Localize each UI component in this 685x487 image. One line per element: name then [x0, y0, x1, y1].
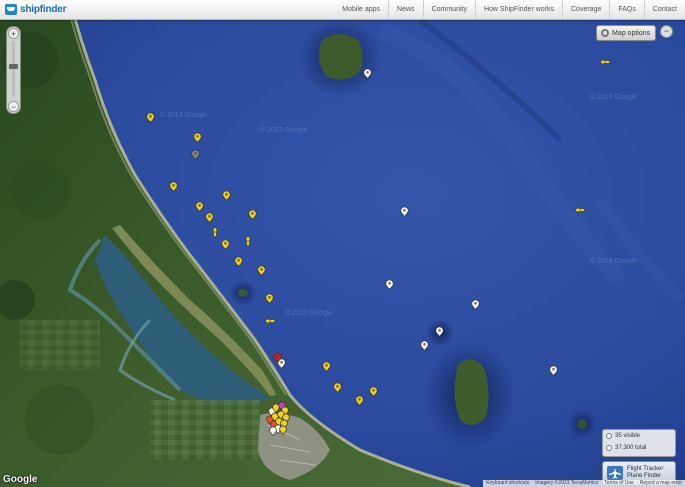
cargo-vessel-marker[interactable] — [145, 111, 155, 123]
moving-vessel-icon[interactable] — [599, 56, 611, 68]
nav-community[interactable]: Community — [422, 0, 475, 19]
moving-vessel-icon[interactable] — [574, 204, 586, 216]
zoom-in-button[interactable]: + — [8, 28, 19, 39]
zoom-slider-track[interactable] — [12, 41, 15, 97]
cargo-vessel-marker[interactable] — [321, 360, 331, 372]
map-watermark: © 2013 Google — [285, 310, 333, 317]
google-logo: Google — [3, 474, 38, 485]
cargo-vessel-marker[interactable] — [221, 189, 231, 201]
cargo-vessel-marker[interactable] — [220, 238, 230, 250]
map-watermark: © 2013 Google — [590, 94, 638, 101]
passenger-vessel-marker[interactable] — [399, 205, 409, 217]
nav-coverage[interactable]: Coverage — [562, 0, 609, 19]
cargo-vessel-marker[interactable] — [194, 200, 204, 212]
radio-icon — [606, 433, 612, 439]
cargo-vessel-marker[interactable] — [332, 381, 342, 393]
passenger-vessel-marker[interactable] — [362, 67, 372, 79]
logo-text: shipfinder — [20, 4, 67, 15]
cargo-vessel-marker[interactable] — [204, 211, 214, 223]
visible-count-row[interactable]: 35 visible — [603, 430, 675, 442]
total-count-row[interactable]: 37,300 total — [603, 442, 675, 454]
map-options-button[interactable]: Map options — [596, 25, 656, 41]
vessel-stats-panel: 35 visible 37,300 total — [602, 429, 676, 457]
cargo-vessel-marker[interactable] — [264, 292, 274, 304]
harbour-vessel-marker[interactable] — [279, 425, 287, 435]
keyboard-shortcuts-link[interactable]: Keyboard shortcuts — [483, 480, 532, 487]
cargo-vessel-marker[interactable] — [368, 385, 378, 397]
total-count: 37,300 total — [615, 445, 647, 451]
cargo-vessel-marker[interactable] — [354, 394, 364, 406]
nav-mobile-apps[interactable]: Mobile apps — [334, 0, 388, 19]
plane-finder-line2: Plane Finder — [627, 473, 662, 479]
map-attribution: Keyboard shortcuts Imagery ©2023 TerraMe… — [483, 480, 685, 487]
cargo-vessel-marker[interactable] — [168, 180, 178, 192]
cargo-vessel-marker[interactable] — [192, 131, 202, 143]
nav-how-it-works[interactable]: How ShipFinder works — [474, 0, 562, 19]
nav-faqs[interactable]: FAQs — [609, 0, 644, 19]
nav-news[interactable]: News — [388, 0, 423, 19]
cargo-vessel-marker[interactable] — [247, 208, 257, 220]
passenger-vessel-marker[interactable] — [548, 364, 558, 376]
airplane-icon — [607, 466, 623, 480]
top-nav-bar: shipfinder Mobile apps News Community Ho… — [0, 0, 685, 20]
imagery-credit: Imagery ©2023 TerraMetrics — [535, 480, 599, 486]
terms-link[interactable]: Terms of Use — [601, 480, 636, 487]
zoom-control: + − — [6, 26, 21, 114]
other-vessel-marker[interactable] — [190, 148, 200, 160]
passenger-vessel-marker[interactable] — [470, 298, 480, 310]
passenger-vessel-marker[interactable] — [384, 278, 394, 290]
radio-icon — [606, 445, 612, 451]
map-watermark: © 2013 Google — [160, 112, 208, 119]
ship-logo-icon — [5, 4, 17, 15]
gear-icon — [601, 29, 609, 37]
collapse-panel-button[interactable]: − — [660, 25, 673, 38]
zoom-slider-handle[interactable] — [9, 63, 18, 69]
cargo-vessel-marker[interactable] — [233, 255, 243, 267]
shipfinder-logo[interactable]: shipfinder — [5, 3, 67, 16]
report-error-link[interactable]: Report a map error — [637, 480, 685, 487]
tanker-vessel-marker[interactable] — [272, 351, 282, 363]
zoom-out-button[interactable]: − — [8, 101, 19, 112]
cargo-vessel-marker[interactable] — [256, 264, 266, 276]
satellite-map[interactable]: © 2013 Google © 2013 Google © 2013 Googl… — [0, 0, 685, 487]
harbour-vessel-marker[interactable] — [269, 426, 277, 436]
map-imagery — [0, 0, 685, 487]
plane-finder-line1: Flight Tracker — [627, 466, 664, 472]
map-options-label: Map options — [612, 29, 651, 37]
nav-contact[interactable]: Contact — [643, 0, 685, 19]
main-nav: Mobile apps News Community How ShipFinde… — [334, 0, 685, 19]
passenger-vessel-marker[interactable] — [434, 325, 444, 337]
moving-vessel-icon[interactable] — [264, 315, 276, 327]
map-watermark: © 2013 Google — [590, 258, 638, 265]
passenger-vessel-marker[interactable] — [419, 339, 429, 351]
visible-count: 35 visible — [615, 433, 641, 439]
map-watermark: © 2013 Google — [260, 127, 308, 134]
moving-vessel-icon[interactable] — [209, 226, 221, 238]
moving-vessel-icon[interactable] — [242, 235, 254, 247]
